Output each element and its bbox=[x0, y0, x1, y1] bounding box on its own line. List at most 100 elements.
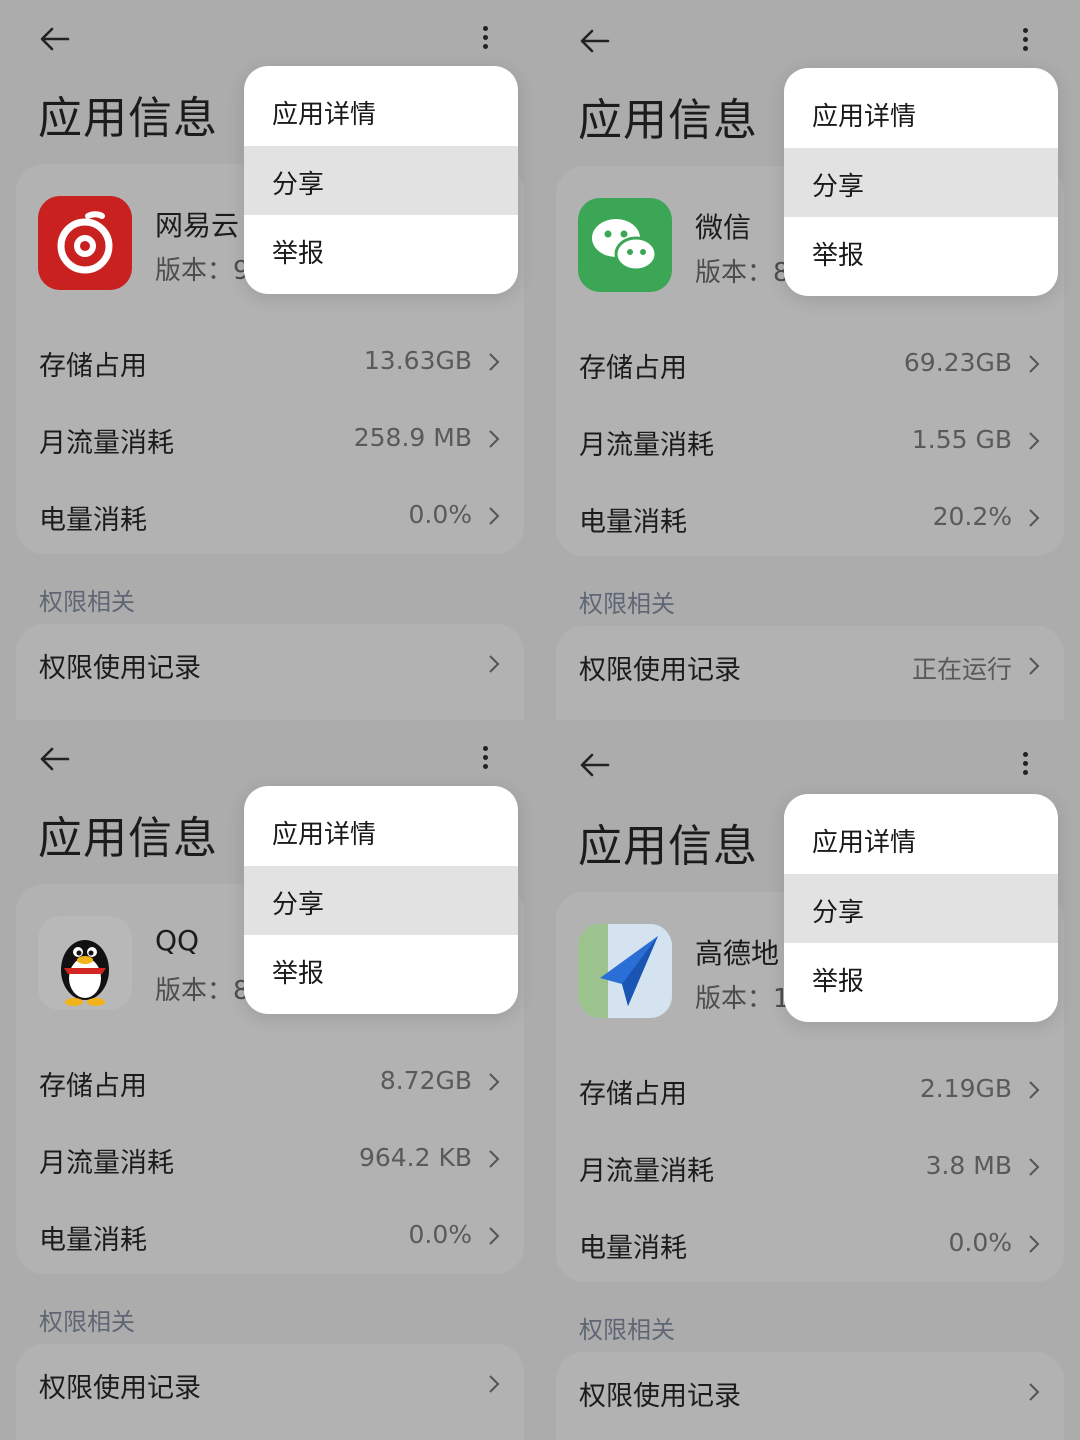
page-title: 应用信息 bbox=[38, 813, 218, 864]
chevron-right-icon bbox=[1029, 509, 1040, 527]
storage-label: 存储占用 bbox=[579, 353, 687, 384]
more-options-icon[interactable] bbox=[1012, 748, 1038, 782]
overflow-menu: 应用详情 分享 举报 bbox=[784, 794, 1058, 1022]
back-arrow-icon[interactable] bbox=[578, 748, 612, 782]
more-options-icon[interactable] bbox=[472, 742, 498, 776]
back-arrow-icon[interactable] bbox=[38, 742, 72, 776]
battery-label: 电量消耗 bbox=[579, 1233, 687, 1264]
app-version: 版本：9 bbox=[155, 256, 250, 286]
traffic-label: 月流量消耗 bbox=[39, 1148, 174, 1179]
traffic-value: 964.2 KB bbox=[358, 1143, 472, 1172]
permission-card: 权限使用记录 bbox=[16, 624, 524, 720]
menu-item-report[interactable]: 举报 bbox=[784, 217, 1058, 286]
storage-value: 8.72GB bbox=[379, 1066, 472, 1095]
chevron-right-icon bbox=[489, 1073, 500, 1091]
permission-record-label: 权限使用记录 bbox=[39, 1373, 201, 1404]
chevron-right-icon bbox=[1029, 432, 1040, 450]
app-version: 版本：1 bbox=[695, 984, 790, 1014]
battery-row[interactable]: 电量消耗 20.2% bbox=[556, 488, 1064, 548]
permission-status: 正在运行 bbox=[911, 655, 1012, 684]
menu-item-app-details[interactable]: 应用详情 bbox=[784, 794, 1058, 874]
battery-label: 电量消耗 bbox=[579, 507, 687, 538]
chevron-right-icon bbox=[1029, 1081, 1040, 1099]
more-options-icon[interactable] bbox=[472, 22, 498, 56]
more-options-icon[interactable] bbox=[1012, 24, 1038, 58]
traffic-row[interactable]: 月流量消耗 3.8 MB bbox=[556, 1137, 1064, 1197]
chevron-right-icon bbox=[489, 1375, 500, 1393]
chevron-right-icon bbox=[489, 655, 500, 673]
back-arrow-icon[interactable] bbox=[38, 22, 72, 56]
chevron-right-icon bbox=[489, 353, 500, 371]
permission-record-label: 权限使用记录 bbox=[39, 653, 201, 684]
traffic-value: 1.55 GB bbox=[911, 425, 1012, 454]
permission-section-label: 权限相关 bbox=[579, 1316, 675, 1344]
battery-label: 电量消耗 bbox=[39, 505, 147, 536]
battery-row[interactable]: 电量消耗 0.0% bbox=[16, 1206, 524, 1266]
traffic-row[interactable]: 月流量消耗 1.55 GB bbox=[556, 411, 1064, 471]
page-title: 应用信息 bbox=[578, 95, 758, 146]
storage-value: 69.23GB bbox=[903, 348, 1012, 377]
battery-value: 0.0% bbox=[948, 1228, 1012, 1257]
chevron-right-icon bbox=[1029, 657, 1040, 675]
menu-item-app-details[interactable]: 应用详情 bbox=[244, 66, 518, 146]
permission-section-label: 权限相关 bbox=[579, 590, 675, 618]
permission-card: 权限使用记录 正在运行 bbox=[556, 626, 1064, 720]
chevron-right-icon bbox=[1029, 1158, 1040, 1176]
traffic-value: 258.9 MB bbox=[353, 423, 472, 452]
overflow-menu: 应用详情 分享 举报 bbox=[244, 66, 518, 294]
page-title: 应用信息 bbox=[38, 93, 218, 144]
permission-record-row[interactable]: 权限使用记录 bbox=[16, 1354, 524, 1414]
storage-row[interactable]: 存储占用 13.63GB bbox=[16, 332, 524, 392]
menu-item-share[interactable]: 分享 bbox=[784, 874, 1058, 943]
storage-value: 13.63GB bbox=[363, 346, 472, 375]
app-info-panel-amap: 应用信息 高德地 版本：1 存储占用 2.19GB 月流量消耗 3.8 MB 电… bbox=[540, 720, 1080, 1440]
storage-row[interactable]: 存储占用 2.19GB bbox=[556, 1060, 1064, 1120]
menu-item-app-details[interactable]: 应用详情 bbox=[244, 786, 518, 866]
menu-item-report[interactable]: 举报 bbox=[244, 935, 518, 1004]
app-version: 版本：8 bbox=[155, 976, 250, 1006]
menu-item-share[interactable]: 分享 bbox=[244, 866, 518, 935]
chevron-right-icon bbox=[489, 430, 500, 448]
permission-record-row[interactable]: 权限使用记录 bbox=[556, 1362, 1064, 1422]
storage-value: 2.19GB bbox=[919, 1074, 1012, 1103]
app-name: 高德地 bbox=[695, 937, 780, 970]
menu-item-report[interactable]: 举报 bbox=[784, 943, 1058, 1012]
permission-section-label: 权限相关 bbox=[39, 588, 135, 616]
app-version: 版本：8 bbox=[695, 258, 790, 288]
traffic-label: 月流量消耗 bbox=[579, 430, 714, 461]
permission-record-label: 权限使用记录 bbox=[579, 1381, 741, 1412]
traffic-label: 月流量消耗 bbox=[39, 428, 174, 459]
netease-music-icon bbox=[38, 196, 132, 290]
chevron-right-icon bbox=[1029, 355, 1040, 373]
battery-value: 0.0% bbox=[408, 500, 472, 529]
chevron-right-icon bbox=[1029, 1235, 1040, 1253]
wechat-icon bbox=[578, 198, 672, 292]
app-info-panel-netease: 应用信息 网易云 版本：9 存储占用 13.63GB 月流量消耗 258.9 M… bbox=[0, 0, 540, 720]
overflow-menu: 应用详情 分享 举报 bbox=[784, 68, 1058, 296]
app-name: QQ bbox=[155, 924, 200, 957]
menu-item-app-details[interactable]: 应用详情 bbox=[784, 68, 1058, 148]
battery-value: 20.2% bbox=[932, 502, 1012, 531]
permission-record-label: 权限使用记录 bbox=[579, 655, 741, 686]
app-info-panel-wechat: 应用信息 微信 版本：8 存储占用 69.23GB 月流量消耗 1.55 GB … bbox=[540, 0, 1080, 720]
storage-row[interactable]: 存储占用 69.23GB bbox=[556, 334, 1064, 394]
permission-record-row[interactable]: 权限使用记录 bbox=[16, 634, 524, 694]
menu-item-report[interactable]: 举报 bbox=[244, 215, 518, 284]
back-arrow-icon[interactable] bbox=[578, 24, 612, 58]
battery-row[interactable]: 电量消耗 0.0% bbox=[556, 1214, 1064, 1274]
traffic-row[interactable]: 月流量消耗 258.9 MB bbox=[16, 409, 524, 469]
page-title: 应用信息 bbox=[578, 821, 758, 872]
chevron-right-icon bbox=[489, 507, 500, 525]
app-name: 微信 bbox=[695, 211, 752, 244]
permission-record-row[interactable]: 权限使用记录 正在运行 bbox=[556, 636, 1064, 696]
storage-label: 存储占用 bbox=[579, 1079, 687, 1110]
storage-label: 存储占用 bbox=[39, 351, 147, 382]
battery-row[interactable]: 电量消耗 0.0% bbox=[16, 486, 524, 546]
menu-item-share[interactable]: 分享 bbox=[244, 146, 518, 215]
menu-item-share[interactable]: 分享 bbox=[784, 148, 1058, 217]
storage-row[interactable]: 存储占用 8.72GB bbox=[16, 1052, 524, 1112]
traffic-row[interactable]: 月流量消耗 964.2 KB bbox=[16, 1129, 524, 1189]
storage-label: 存储占用 bbox=[39, 1071, 147, 1102]
permission-card: 权限使用记录 bbox=[16, 1344, 524, 1440]
traffic-label: 月流量消耗 bbox=[579, 1156, 714, 1187]
